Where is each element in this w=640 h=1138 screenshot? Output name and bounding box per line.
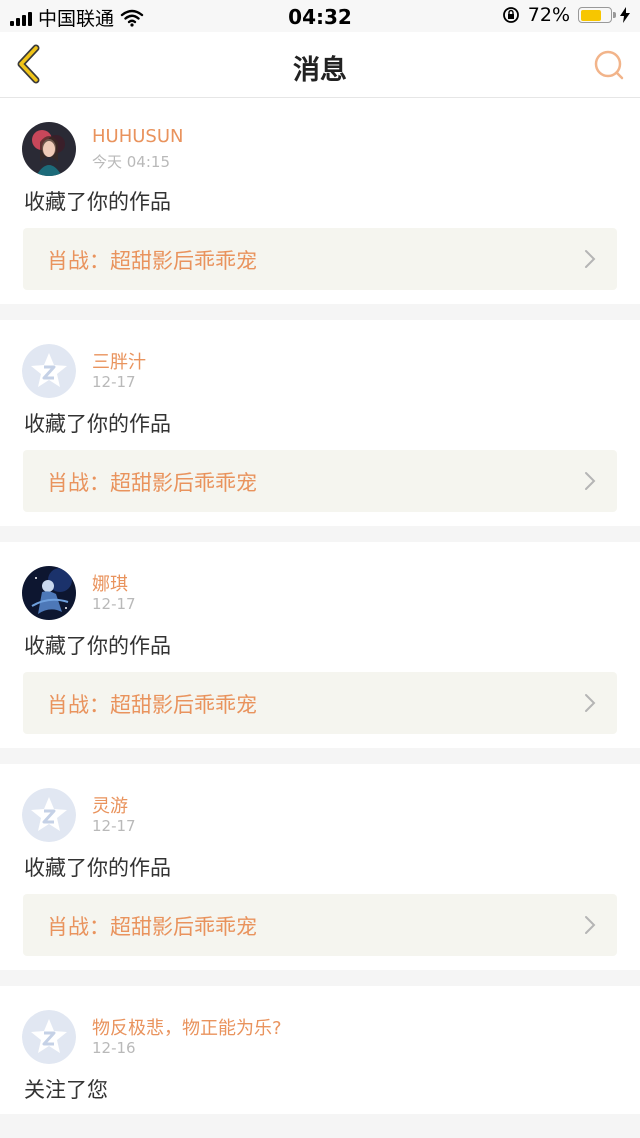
battery-level <box>580 9 602 21</box>
message-time: 12-16 <box>92 1039 136 1057</box>
work-title: 肖战：超甜影后乖乖宠 <box>47 915 257 939</box>
chevron-right-icon <box>585 916 596 934</box>
user-name[interactable]: HUHUSUN <box>92 126 184 147</box>
nav-bar: 消息 <box>0 32 640 98</box>
chevron-right-icon <box>585 694 596 712</box>
search-icon[interactable] <box>592 48 626 82</box>
work-link[interactable]: 肖战：超甜影后乖乖宠 <box>23 894 617 956</box>
avatar[interactable] <box>22 122 76 176</box>
avatar[interactable] <box>22 566 76 620</box>
status-right: 72% <box>502 4 630 26</box>
default-avatar-icon[interactable] <box>22 1010 76 1064</box>
message-action: 关注了您 <box>24 1078 108 1102</box>
message-time: 12-17 <box>92 817 136 835</box>
chevron-right-icon <box>585 472 596 490</box>
message-card: 灵游 12-17 收藏了你的作品 肖战：超甜影后乖乖宠 <box>0 764 640 970</box>
default-avatar-icon[interactable] <box>22 788 76 842</box>
page-title: 消息 <box>293 55 347 86</box>
work-link[interactable]: 肖战：超甜影后乖乖宠 <box>23 228 617 290</box>
user-name[interactable]: 娜琪 <box>92 570 128 596</box>
default-avatar-icon[interactable] <box>22 344 76 398</box>
battery-percent: 72% <box>527 4 570 26</box>
work-title: 肖战：超甜影后乖乖宠 <box>47 693 257 717</box>
message-action: 收藏了你的作品 <box>24 856 171 880</box>
message-action: 收藏了你的作品 <box>24 634 171 658</box>
message-action: 收藏了你的作品 <box>24 190 171 214</box>
message-action: 收藏了你的作品 <box>24 412 171 436</box>
message-list: HUHUSUN 今天 04:15 收藏了你的作品 肖战：超甜影后乖乖宠 三胖汁 … <box>0 98 640 1130</box>
chevron-right-icon <box>585 250 596 268</box>
message-time: 12-17 <box>92 373 136 391</box>
user-name[interactable]: 物反极悲，物正能为乐? <box>92 1014 282 1040</box>
message-card: 物反极悲，物正能为乐? 12-16 关注了您 <box>0 986 640 1114</box>
work-title: 肖战：超甜影后乖乖宠 <box>47 249 257 273</box>
message-card: HUHUSUN 今天 04:15 收藏了你的作品 肖战：超甜影后乖乖宠 <box>0 98 640 304</box>
message-time: 今天 04:15 <box>92 153 170 171</box>
message-time: 12-17 <box>92 595 136 613</box>
charging-icon <box>620 7 630 23</box>
orientation-lock-icon <box>502 7 519 23</box>
user-name[interactable]: 三胖汁 <box>92 348 146 374</box>
battery-icon <box>578 7 616 23</box>
work-title: 肖战：超甜影后乖乖宠 <box>47 471 257 495</box>
user-name[interactable]: 灵游 <box>92 792 128 818</box>
status-bar: 中国联通 04:32 72% <box>0 0 640 32</box>
work-link[interactable]: 肖战：超甜影后乖乖宠 <box>23 450 617 512</box>
message-card: 娜琪 12-17 收藏了你的作品 肖战：超甜影后乖乖宠 <box>0 542 640 748</box>
message-card: 三胖汁 12-17 收藏了你的作品 肖战：超甜影后乖乖宠 <box>0 320 640 526</box>
work-link[interactable]: 肖战：超甜影后乖乖宠 <box>23 672 617 734</box>
